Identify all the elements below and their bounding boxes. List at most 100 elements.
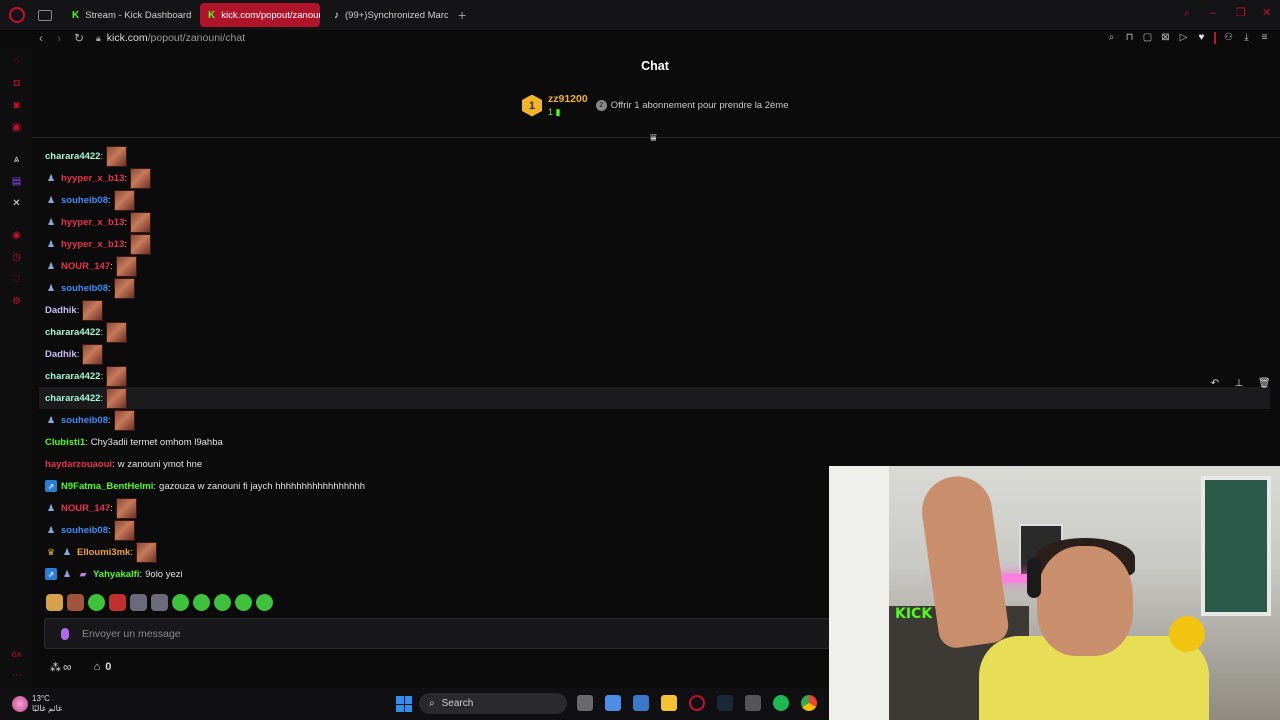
chat-emote[interactable]	[82, 343, 104, 365]
chat-emote[interactable]	[82, 299, 104, 321]
chat-message[interactable]: charara4422:	[45, 365, 1270, 387]
maximize-icon[interactable]: ❐	[1236, 8, 1246, 19]
back-icon[interactable]: ‹	[32, 31, 50, 45]
search-tabs-icon[interactable]: ⌕	[1184, 8, 1194, 19]
chat-message[interactable]: Dadhik:	[45, 299, 1270, 321]
chat-emote[interactable]	[113, 277, 135, 299]
chat-username[interactable]: hyyper_x_b13	[61, 239, 124, 250]
chat-username[interactable]: N9Fatma_BentHelmi	[61, 481, 153, 492]
emote[interactable]	[130, 594, 147, 611]
chat-message[interactable]: ♟ hyyper_x_b13:	[45, 167, 1270, 189]
tab-kick-popout[interactable]: K kick.com/popout/zanouni	[200, 3, 320, 27]
adblock-icon[interactable]: ⊠	[1160, 32, 1171, 44]
chat-message[interactable]: charara4422: ↶ ⊥ 🗑︎	[39, 378, 1271, 409]
chat-username[interactable]: Elloumi3mk	[77, 547, 130, 558]
chat-emote[interactable]	[113, 189, 135, 211]
play-icon[interactable]: ▷	[1178, 32, 1189, 44]
emote[interactable]	[235, 594, 252, 611]
snapshot-icon[interactable]: ▢	[1142, 32, 1153, 44]
chat-message[interactable]: ♟ hyyper_x_b13:	[45, 233, 1270, 255]
tab-islands-icon[interactable]	[38, 9, 52, 21]
chat-emote[interactable]	[115, 497, 137, 519]
chat-emote[interactable]	[135, 541, 157, 563]
emote[interactable]	[88, 594, 105, 611]
chat-username[interactable]: hyyper_x_b13	[61, 217, 124, 228]
whatsapp-icon[interactable]: ▣	[11, 122, 22, 133]
emote[interactable]	[256, 594, 273, 611]
download-icon[interactable]: ⤓	[1241, 32, 1252, 44]
explorer-icon[interactable]	[661, 695, 677, 711]
close-icon[interactable]: ✕	[1262, 8, 1272, 19]
chat-message[interactable]: ♟ NOUR_147:	[45, 255, 1270, 277]
settings-app-icon[interactable]	[745, 695, 761, 711]
aria-icon[interactable]: ◌	[11, 56, 22, 67]
menu-icon[interactable]: ≡	[1259, 32, 1270, 44]
chat-username[interactable]: Yahyakalfi	[93, 569, 139, 580]
chat-message[interactable]: charara4422:	[45, 321, 1270, 343]
chat-emote[interactable]	[106, 321, 128, 343]
chat-username[interactable]: hyyper_x_b13	[61, 173, 124, 184]
emote[interactable]	[172, 594, 189, 611]
gx-icon[interactable]: GX	[11, 650, 22, 661]
chat-username[interactable]: charara4422	[45, 327, 100, 338]
twitch-icon[interactable]: ▤	[11, 176, 22, 187]
bookmarks-icon[interactable]: ♡	[11, 274, 22, 285]
mic-icon[interactable]	[61, 627, 69, 640]
chat-username[interactable]: souheib08	[61, 415, 108, 426]
chat-username[interactable]: Dadhik	[45, 305, 77, 316]
lock-icon[interactable]: 🔒︎	[96, 33, 101, 44]
tab-tiktok[interactable]: ♪ (99+)Synchronized March	[326, 3, 448, 27]
chat-emote[interactable]	[115, 255, 137, 277]
chat-username[interactable]: souheib08	[61, 525, 108, 536]
chat-username[interactable]: souheib08	[61, 195, 108, 206]
chat-username[interactable]: souheib08	[61, 283, 108, 294]
points-icon[interactable]: ⁂	[50, 661, 61, 674]
chat-message[interactable]: ♟ souheib08:	[45, 277, 1270, 299]
history-icon[interactable]: ◷	[11, 252, 22, 263]
chat-emote[interactable]	[106, 145, 128, 167]
chrome-icon[interactable]	[801, 695, 817, 711]
chat-input[interactable]: Envoyer un message	[44, 618, 830, 649]
profile-icon[interactable]: ⚇	[1223, 32, 1234, 44]
emote[interactable]	[67, 594, 84, 611]
opera-gx-icon[interactable]	[689, 695, 705, 711]
opera-logo-icon[interactable]	[9, 7, 25, 23]
chat-message[interactable]: Dadhik:	[45, 343, 1270, 365]
store-icon[interactable]: ⌂	[94, 661, 101, 673]
chat-message[interactable]: ♟ souheib08:	[45, 189, 1270, 211]
windows-start-icon[interactable]	[396, 696, 412, 712]
emote[interactable]	[109, 594, 126, 611]
chat-username[interactable]: charara4422	[45, 371, 100, 382]
chat-emote[interactable]	[106, 387, 128, 409]
new-tab-icon[interactable]: +	[458, 7, 466, 23]
chat-username[interactable]: charara4422	[45, 151, 100, 162]
copilot-icon[interactable]	[605, 695, 621, 711]
settings-icon[interactable]: ⚙	[11, 296, 22, 307]
minimize-icon[interactable]: –	[1210, 8, 1220, 19]
chat-username[interactable]: NOUR_147	[61, 503, 110, 514]
chat-emote[interactable]	[130, 233, 152, 255]
delete-icon[interactable]: 🗑︎	[1258, 378, 1271, 389]
more-icon[interactable]: ⋯	[11, 670, 22, 681]
bag-icon[interactable]: ◘	[11, 78, 22, 89]
pin-message-icon[interactable]: ⊥	[1234, 378, 1244, 389]
chat-message[interactable]: ♟ hyyper_x_b13:	[45, 211, 1270, 233]
weather-widget[interactable]: 13°C غائم غالبًا	[12, 694, 62, 714]
reply-icon[interactable]: ↶	[1210, 378, 1220, 389]
chat-username[interactable]: haydarzouaoui	[45, 459, 112, 470]
task-view-icon[interactable]	[577, 695, 593, 711]
spotify-icon[interactable]	[773, 695, 789, 711]
kick-sidebar-icon[interactable]: ⩓	[11, 154, 22, 165]
pin-icon[interactable]: ⊓	[1124, 32, 1135, 44]
collapse-icon[interactable]: ⩸	[650, 132, 657, 145]
taskbar-search[interactable]: ⌕ Search	[419, 693, 567, 714]
emote[interactable]	[46, 594, 63, 611]
top-gifter[interactable]: zz91200 1 ▮	[548, 93, 588, 118]
steam-icon[interactable]	[717, 695, 733, 711]
store-app-icon[interactable]	[633, 695, 649, 711]
chat-emote[interactable]	[106, 365, 128, 387]
forward-icon[interactable]: ›	[50, 31, 68, 45]
chat-username[interactable]: Dadhik	[45, 349, 77, 360]
chat-emote[interactable]	[130, 167, 152, 189]
chat-message[interactable]: charara4422:	[45, 145, 1270, 167]
